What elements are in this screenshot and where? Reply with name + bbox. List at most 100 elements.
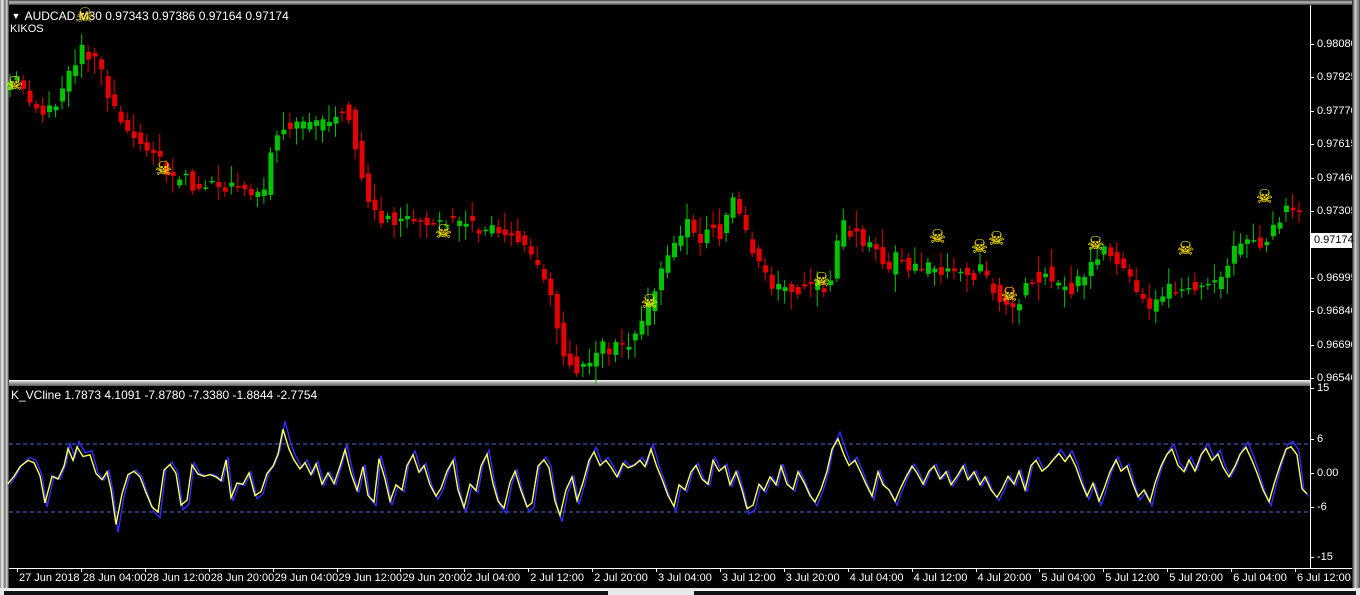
candle-body	[542, 269, 547, 279]
candle-body	[1030, 282, 1035, 284]
symbol-menu-arrow-icon[interactable]: ▼	[11, 11, 20, 22]
candle-body	[971, 273, 976, 280]
skull-signal-icon: ☠	[155, 160, 172, 179]
candle-body	[503, 229, 508, 235]
skull-signal-icon: ☠	[1001, 286, 1018, 305]
skull-signal-icon: ☠	[988, 230, 1005, 249]
candle-body	[555, 294, 560, 328]
candle-body	[867, 242, 872, 247]
candle-body	[216, 182, 221, 187]
candle-body	[718, 224, 723, 239]
candle-body	[633, 334, 638, 341]
candle-body	[900, 260, 905, 262]
candle-body	[1024, 283, 1029, 295]
candle-body	[399, 219, 404, 222]
candle-body	[887, 262, 892, 270]
candle-body	[132, 131, 137, 138]
candle-body	[1277, 223, 1282, 229]
candle-body	[125, 120, 130, 131]
candle-body	[340, 112, 345, 114]
candle-body	[405, 216, 410, 219]
candle-body	[666, 255, 671, 272]
candle-body	[711, 225, 716, 228]
candle-body	[561, 323, 566, 357]
candle-body	[229, 183, 234, 187]
candle-body	[679, 236, 684, 246]
candle-body	[965, 268, 970, 275]
candle-body	[73, 65, 78, 76]
candle-body	[789, 284, 794, 292]
candle-body	[1232, 246, 1237, 264]
candle-body	[1095, 259, 1100, 264]
candle-body	[1258, 237, 1263, 247]
candle-body	[490, 225, 495, 233]
candle-body	[197, 184, 202, 189]
candle-body	[848, 231, 853, 237]
candle-body	[705, 230, 710, 243]
candle-body	[893, 252, 898, 274]
candle-body	[1186, 288, 1191, 290]
candle-body	[457, 221, 462, 226]
candle-body	[470, 216, 475, 221]
candle-body	[1271, 225, 1276, 236]
skull-signal-icon: ☠	[971, 238, 988, 257]
candle-body	[685, 219, 690, 237]
candle-body	[1069, 283, 1074, 294]
candle-body	[275, 135, 280, 150]
candle-body	[320, 119, 325, 130]
candle-body	[672, 243, 677, 257]
candle-body	[919, 269, 924, 271]
candle-body	[744, 215, 749, 230]
current-price-badge: 0.97174	[1311, 233, 1352, 248]
candle-body	[607, 348, 612, 354]
candle-body	[874, 244, 879, 249]
candle-body	[698, 234, 703, 243]
candle-body	[509, 233, 514, 235]
candle-body	[1212, 280, 1217, 282]
skull-icon: ☠	[76, 3, 94, 27]
candle-body	[353, 110, 358, 150]
candle-body	[1154, 299, 1159, 311]
candle-body	[67, 71, 72, 92]
candle-body	[392, 212, 397, 225]
candle-body	[1121, 259, 1126, 269]
candle-body	[1147, 298, 1152, 308]
candle-body	[327, 122, 332, 126]
candle-body	[106, 76, 111, 98]
candle-body	[1180, 289, 1185, 291]
candle-body	[262, 190, 267, 196]
candle-body	[581, 364, 586, 367]
candle-body	[861, 229, 866, 246]
candle-body	[347, 105, 352, 121]
candle-body	[483, 230, 488, 232]
candle-body	[1284, 206, 1289, 212]
candle-body	[1251, 240, 1256, 242]
candle-body	[854, 228, 859, 231]
candle-body	[548, 279, 553, 295]
candle-body	[783, 287, 788, 291]
candle-body	[639, 321, 644, 335]
candle-body	[1108, 247, 1113, 256]
skull-signal-icon: ☠	[1256, 188, 1273, 207]
candle-body	[880, 247, 885, 264]
candle-body	[366, 173, 371, 202]
candle-body	[47, 105, 52, 112]
candle-body	[1199, 286, 1204, 288]
candle-body	[242, 185, 247, 189]
candle-body	[307, 122, 312, 130]
candle-body	[1115, 252, 1120, 264]
candle-body	[991, 284, 996, 293]
candle-body	[86, 52, 91, 60]
candle-body	[1173, 292, 1178, 294]
candle-body	[535, 260, 540, 265]
candle-body	[692, 220, 697, 233]
candle-body	[28, 91, 33, 103]
candle-body	[418, 220, 423, 222]
candle-body	[41, 106, 46, 115]
candle-body	[516, 231, 521, 242]
candle-body	[119, 112, 124, 123]
candle-body	[978, 264, 983, 271]
candle-body	[158, 151, 163, 157]
candle-body	[386, 216, 391, 219]
candle-body	[600, 341, 605, 353]
